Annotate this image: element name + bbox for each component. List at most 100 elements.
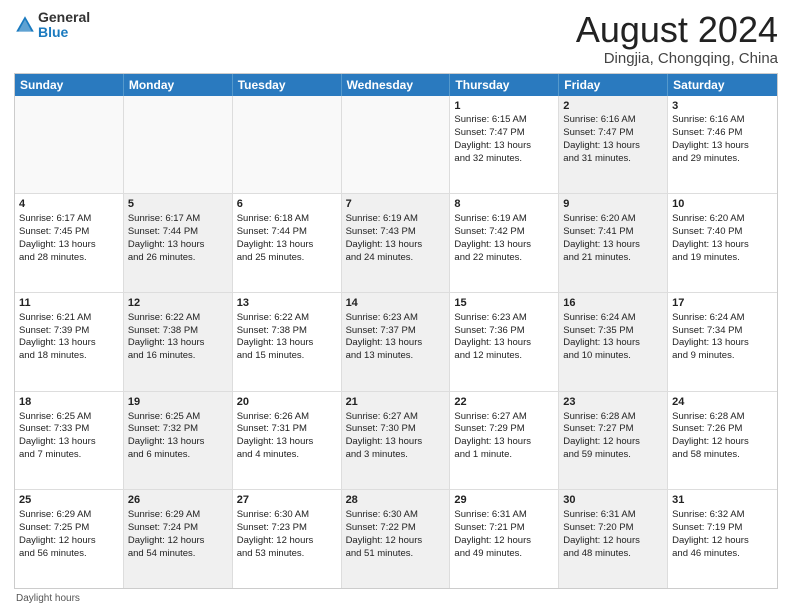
day-info: and 51 minutes.: [346, 548, 446, 561]
day-cell-11: 11Sunrise: 6:21 AMSunset: 7:39 PMDayligh…: [15, 293, 124, 391]
day-info: Daylight: 12 hours: [237, 535, 337, 548]
day-info: and 59 minutes.: [563, 449, 663, 462]
logo-icon: [14, 14, 36, 36]
day-info: Daylight: 12 hours: [672, 436, 773, 449]
day-cell-31: 31Sunrise: 6:32 AMSunset: 7:19 PMDayligh…: [668, 490, 777, 588]
day-info: Sunset: 7:24 PM: [128, 522, 228, 535]
location: Dingjia, Chongqing, China: [576, 50, 778, 67]
day-info: Sunset: 7:34 PM: [672, 325, 773, 338]
day-info: Sunrise: 6:21 AM: [19, 312, 119, 325]
day-info: Daylight: 13 hours: [19, 239, 119, 252]
day-header-thursday: Thursday: [450, 74, 559, 96]
day-cell-2: 2Sunrise: 6:16 AMSunset: 7:47 PMDaylight…: [559, 96, 668, 194]
day-number: 1: [454, 99, 554, 114]
day-info: and 18 minutes.: [19, 350, 119, 363]
day-cell-15: 15Sunrise: 6:23 AMSunset: 7:36 PMDayligh…: [450, 293, 559, 391]
day-number: 20: [237, 395, 337, 410]
day-info: Daylight: 13 hours: [672, 337, 773, 350]
day-info: Sunrise: 6:30 AM: [346, 509, 446, 522]
day-info: and 25 minutes.: [237, 252, 337, 265]
calendar-row-1: 4Sunrise: 6:17 AMSunset: 7:45 PMDaylight…: [15, 194, 777, 293]
day-info: Sunrise: 6:23 AM: [454, 312, 554, 325]
day-header-wednesday: Wednesday: [342, 74, 451, 96]
day-header-monday: Monday: [124, 74, 233, 96]
day-info: Daylight: 12 hours: [346, 535, 446, 548]
day-info: Daylight: 12 hours: [454, 535, 554, 548]
day-info: Sunset: 7:33 PM: [19, 423, 119, 436]
day-cell-6: 6Sunrise: 6:18 AMSunset: 7:44 PMDaylight…: [233, 194, 342, 292]
day-info: Daylight: 13 hours: [19, 436, 119, 449]
day-header-friday: Friday: [559, 74, 668, 96]
day-info: Sunset: 7:40 PM: [672, 226, 773, 239]
day-number: 25: [19, 493, 119, 508]
day-number: 15: [454, 296, 554, 311]
day-info: Sunset: 7:45 PM: [19, 226, 119, 239]
empty-cell: [15, 96, 124, 194]
day-number: 22: [454, 395, 554, 410]
day-info: Sunrise: 6:30 AM: [237, 509, 337, 522]
day-info: and 7 minutes.: [19, 449, 119, 462]
day-info: Sunrise: 6:29 AM: [19, 509, 119, 522]
day-info: Sunset: 7:35 PM: [563, 325, 663, 338]
day-info: Sunrise: 6:20 AM: [672, 213, 773, 226]
day-number: 16: [563, 296, 663, 311]
day-cell-18: 18Sunrise: 6:25 AMSunset: 7:33 PMDayligh…: [15, 392, 124, 490]
day-info: and 1 minute.: [454, 449, 554, 462]
day-header-sunday: Sunday: [15, 74, 124, 96]
day-info: and 9 minutes.: [672, 350, 773, 363]
day-number: 23: [563, 395, 663, 410]
day-info: and 29 minutes.: [672, 153, 773, 166]
day-info: Sunrise: 6:24 AM: [563, 312, 663, 325]
day-header-saturday: Saturday: [668, 74, 777, 96]
calendar-header: SundayMondayTuesdayWednesdayThursdayFrid…: [15, 74, 777, 96]
day-info: Daylight: 13 hours: [346, 436, 446, 449]
day-info: Daylight: 13 hours: [454, 436, 554, 449]
day-header-tuesday: Tuesday: [233, 74, 342, 96]
day-info: Sunset: 7:31 PM: [237, 423, 337, 436]
day-number: 9: [563, 197, 663, 212]
day-info: and 10 minutes.: [563, 350, 663, 363]
day-info: Sunrise: 6:29 AM: [128, 509, 228, 522]
day-number: 5: [128, 197, 228, 212]
day-info: and 31 minutes.: [563, 153, 663, 166]
day-info: Daylight: 12 hours: [563, 436, 663, 449]
day-info: Sunrise: 6:17 AM: [19, 213, 119, 226]
day-info: Sunrise: 6:31 AM: [563, 509, 663, 522]
day-info: Sunrise: 6:31 AM: [454, 509, 554, 522]
day-info: and 12 minutes.: [454, 350, 554, 363]
day-info: Sunrise: 6:23 AM: [346, 312, 446, 325]
day-number: 24: [672, 395, 773, 410]
day-number: 30: [563, 493, 663, 508]
month-title: August 2024: [576, 10, 778, 50]
day-info: Daylight: 13 hours: [237, 337, 337, 350]
calendar-row-2: 11Sunrise: 6:21 AMSunset: 7:39 PMDayligh…: [15, 293, 777, 392]
day-info: Sunset: 7:43 PM: [346, 226, 446, 239]
calendar-row-4: 25Sunrise: 6:29 AMSunset: 7:25 PMDayligh…: [15, 490, 777, 588]
day-number: 21: [346, 395, 446, 410]
day-info: Sunrise: 6:28 AM: [563, 411, 663, 424]
day-info: Daylight: 13 hours: [19, 337, 119, 350]
day-cell-22: 22Sunrise: 6:27 AMSunset: 7:29 PMDayligh…: [450, 392, 559, 490]
day-number: 31: [672, 493, 773, 508]
day-cell-28: 28Sunrise: 6:30 AMSunset: 7:22 PMDayligh…: [342, 490, 451, 588]
day-info: Sunset: 7:21 PM: [454, 522, 554, 535]
day-info: Daylight: 13 hours: [237, 436, 337, 449]
day-number: 10: [672, 197, 773, 212]
logo-blue: Blue: [38, 24, 68, 40]
day-info: and 32 minutes.: [454, 153, 554, 166]
day-number: 3: [672, 99, 773, 114]
day-info: Daylight: 12 hours: [672, 535, 773, 548]
day-number: 7: [346, 197, 446, 212]
day-info: and 46 minutes.: [672, 548, 773, 561]
day-info: Sunset: 7:37 PM: [346, 325, 446, 338]
day-info: Daylight: 13 hours: [128, 436, 228, 449]
day-cell-26: 26Sunrise: 6:29 AMSunset: 7:24 PMDayligh…: [124, 490, 233, 588]
header: General Blue August 2024 Dingjia, Chongq…: [14, 10, 778, 67]
day-info: Sunrise: 6:15 AM: [454, 114, 554, 127]
day-info: Sunrise: 6:25 AM: [128, 411, 228, 424]
day-info: Sunset: 7:26 PM: [672, 423, 773, 436]
day-info: Sunrise: 6:32 AM: [672, 509, 773, 522]
day-info: Daylight: 13 hours: [346, 239, 446, 252]
page: General Blue August 2024 Dingjia, Chongq…: [0, 0, 792, 612]
day-cell-8: 8Sunrise: 6:19 AMSunset: 7:42 PMDaylight…: [450, 194, 559, 292]
